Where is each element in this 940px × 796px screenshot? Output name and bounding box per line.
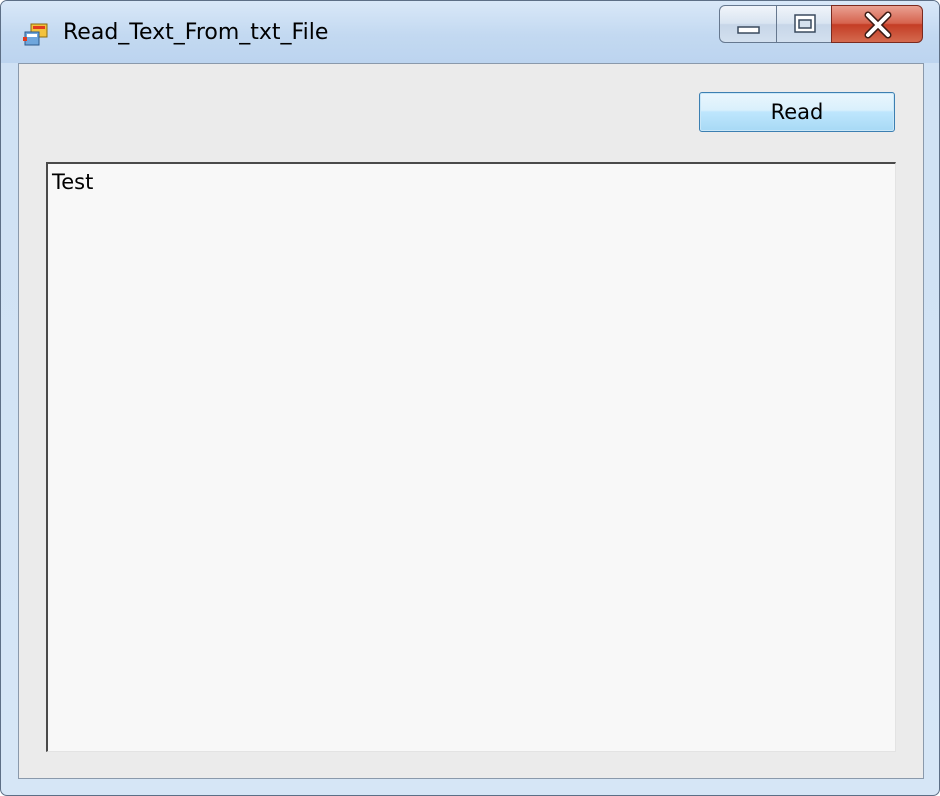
window-title: Read_Text_From_txt_File <box>63 20 329 45</box>
maximize-button[interactable] <box>776 5 832 43</box>
close-button[interactable] <box>831 5 923 43</box>
close-icon <box>864 11 892 39</box>
minimize-icon <box>737 26 760 34</box>
maximize-icon <box>794 14 816 33</box>
read-button[interactable]: Read <box>699 92 895 132</box>
app-icon[interactable] <box>23 23 49 47</box>
form-client-area: Read Test <box>18 63 924 779</box>
title-bar[interactable]: Read_Text_From_txt_File <box>1 1 939 63</box>
app-window: Read_Text_From_txt_File Read Test <box>0 0 940 796</box>
textbox-text: Test <box>52 170 94 194</box>
caption-buttons <box>719 5 923 45</box>
output-textbox[interactable]: Test <box>46 162 896 752</box>
minimize-button[interactable] <box>719 5 777 43</box>
